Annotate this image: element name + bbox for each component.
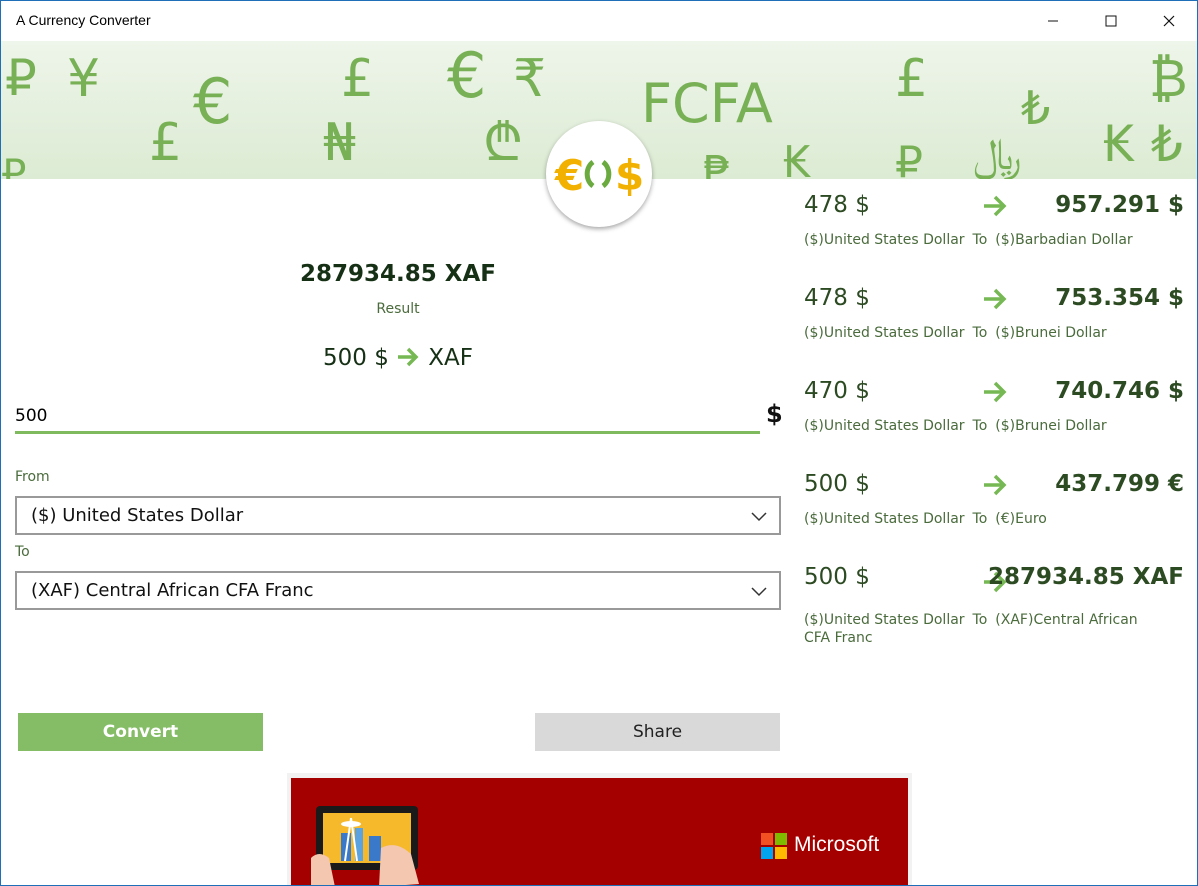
banner-symbol: ¥ xyxy=(67,49,101,109)
history-to-amount: 957.291 $ xyxy=(1055,192,1184,218)
history-to-word: To xyxy=(972,612,988,628)
history-to-amount: 437.799 € xyxy=(1055,471,1184,497)
banner-symbol: € xyxy=(447,41,487,112)
tablet-illustration-icon xyxy=(311,806,419,885)
to-label: To xyxy=(15,544,30,560)
banner-symbol: ₾ xyxy=(483,113,524,173)
window-title: A Currency Converter xyxy=(16,12,151,28)
chevron-down-icon xyxy=(751,587,767,597)
maximize-button[interactable] xyxy=(1082,1,1140,41)
history-description: ($)United States Dollar To (XAF)Central Af… xyxy=(804,611,1164,647)
history-to-currency: ($)Brunei Dollar xyxy=(995,418,1107,434)
close-button[interactable] xyxy=(1140,1,1197,41)
result-label: Result xyxy=(376,301,420,317)
history-to-currency: (€)Euro xyxy=(995,511,1047,527)
history-description: ($)United States Dollar To ($)Barbadian Do… xyxy=(804,231,1164,249)
banner-symbol: ₺ xyxy=(1151,115,1183,173)
from-label: From xyxy=(15,469,50,485)
history-to-amount: 287934.85 XAF xyxy=(987,564,1184,590)
history-to-currency: ($)Barbadian Dollar xyxy=(995,232,1133,248)
history-from-amount: 500 $ xyxy=(804,471,870,497)
history-to-word: To xyxy=(972,418,988,434)
banner-symbol: ₹ xyxy=(513,49,547,109)
app-logo: € $ xyxy=(546,121,652,227)
history-from-amount: 478 $ xyxy=(804,192,870,218)
microsoft-logo-icon xyxy=(761,833,787,859)
banner-symbol: £ xyxy=(341,49,375,109)
maximize-icon xyxy=(1105,15,1117,27)
svg-text:$: $ xyxy=(615,151,644,200)
banner-symbol: ₦ xyxy=(323,113,357,173)
convert-button[interactable]: Convert xyxy=(18,713,263,751)
history-to-word: To xyxy=(972,511,988,527)
banner-symbol: ₱ xyxy=(703,147,731,180)
banner-symbol: ₽ xyxy=(1,152,27,179)
amount-input[interactable] xyxy=(15,401,760,434)
to-currency-select[interactable]: (XAF) Central African CFA Franc xyxy=(15,571,781,610)
history-to-word: To xyxy=(972,232,988,248)
ad-brand-text: Microsoft xyxy=(794,833,880,856)
history-description: ($)United States Dollar To ($)Brunei Dolla… xyxy=(804,417,1164,435)
history-from-currency: ($)United States Dollar xyxy=(804,418,965,434)
history-to-word: To xyxy=(972,325,988,341)
banner-symbol: FCFA xyxy=(641,72,773,135)
banner-symbol: ₿ xyxy=(1149,49,1188,109)
conversion-summary: 500 $ XAF xyxy=(15,345,781,371)
minimize-button[interactable] xyxy=(1024,1,1082,41)
chevron-down-icon xyxy=(751,512,767,522)
history-from-currency: ($)United States Dollar xyxy=(804,612,965,628)
minimize-icon xyxy=(1048,20,1058,22)
conversion-to: XAF xyxy=(428,345,473,371)
svg-text:€: € xyxy=(554,151,584,200)
from-currency-value: ($) United States Dollar xyxy=(31,505,244,526)
ad-banner[interactable]: Microsoft xyxy=(287,773,912,885)
conversion-from: 500 $ xyxy=(323,345,389,371)
arrow-right-icon xyxy=(984,474,1007,496)
banner-symbol: ₽ xyxy=(5,49,37,107)
arrow-right-icon xyxy=(984,288,1007,310)
history-from-currency: ($)United States Dollar xyxy=(804,325,965,341)
result-value: 287934.85 XAF xyxy=(299,261,497,287)
history-description: ($)United States Dollar To (€)Euro xyxy=(804,510,1164,528)
history-item[interactable]: 478 $ 957.291 $ ($)United States Dollar T… xyxy=(804,192,1189,272)
arrow-right-icon xyxy=(984,195,1007,217)
history-item[interactable]: 470 $ 740.746 $ ($)United States Dollar T… xyxy=(804,378,1189,458)
banner-symbol: ₭ xyxy=(783,137,811,180)
arrow-right-icon xyxy=(396,345,428,371)
banner-symbol: ₽ xyxy=(895,137,923,180)
history-item[interactable]: 500 $ 287934.85 XAF ($)United States Dol… xyxy=(804,564,1189,654)
history-from-currency: ($)United States Dollar xyxy=(804,511,965,527)
ad-content: Microsoft xyxy=(291,778,908,885)
history-item[interactable]: 500 $ 437.799 € ($)United States Dollar T… xyxy=(804,471,1189,551)
title-bar: A Currency Converter xyxy=(1,1,1197,41)
share-button[interactable]: Share xyxy=(535,713,780,751)
banner-symbol: ₭ xyxy=(1103,115,1135,173)
history-description: ($)United States Dollar To ($)Brunei Dolla… xyxy=(804,324,1164,342)
banner-symbol: ﷼ xyxy=(973,129,1022,179)
arrow-right-icon xyxy=(984,381,1007,403)
from-currency-select[interactable]: ($) United States Dollar xyxy=(15,496,781,535)
history-to-currency: ($)Brunei Dollar xyxy=(995,325,1107,341)
banner-symbol: ₺ xyxy=(1021,81,1051,135)
to-currency-value: (XAF) Central African CFA Franc xyxy=(31,580,314,601)
app-window: A Currency Converter ₽ ¥ € £ € ₹ FCFA £ … xyxy=(0,0,1198,886)
currency-exchange-logo-icon: € $ xyxy=(554,151,644,200)
banner-symbol: £ xyxy=(895,49,929,109)
close-icon xyxy=(1163,15,1175,27)
amount-currency-symbol: $ xyxy=(766,400,783,428)
banner-symbol: £ xyxy=(149,113,183,173)
history-from-amount: 500 $ xyxy=(804,564,870,590)
history-item[interactable]: 478 $ 753.354 $ ($)United States Dollar T… xyxy=(804,285,1189,365)
banner-symbol: € xyxy=(193,65,233,138)
history-to-amount: 740.746 $ xyxy=(1055,378,1184,404)
history-from-amount: 470 $ xyxy=(804,378,870,404)
history-from-currency: ($)United States Dollar xyxy=(804,232,965,248)
history-from-amount: 478 $ xyxy=(804,285,870,311)
history-to-amount: 753.354 $ xyxy=(1055,285,1184,311)
